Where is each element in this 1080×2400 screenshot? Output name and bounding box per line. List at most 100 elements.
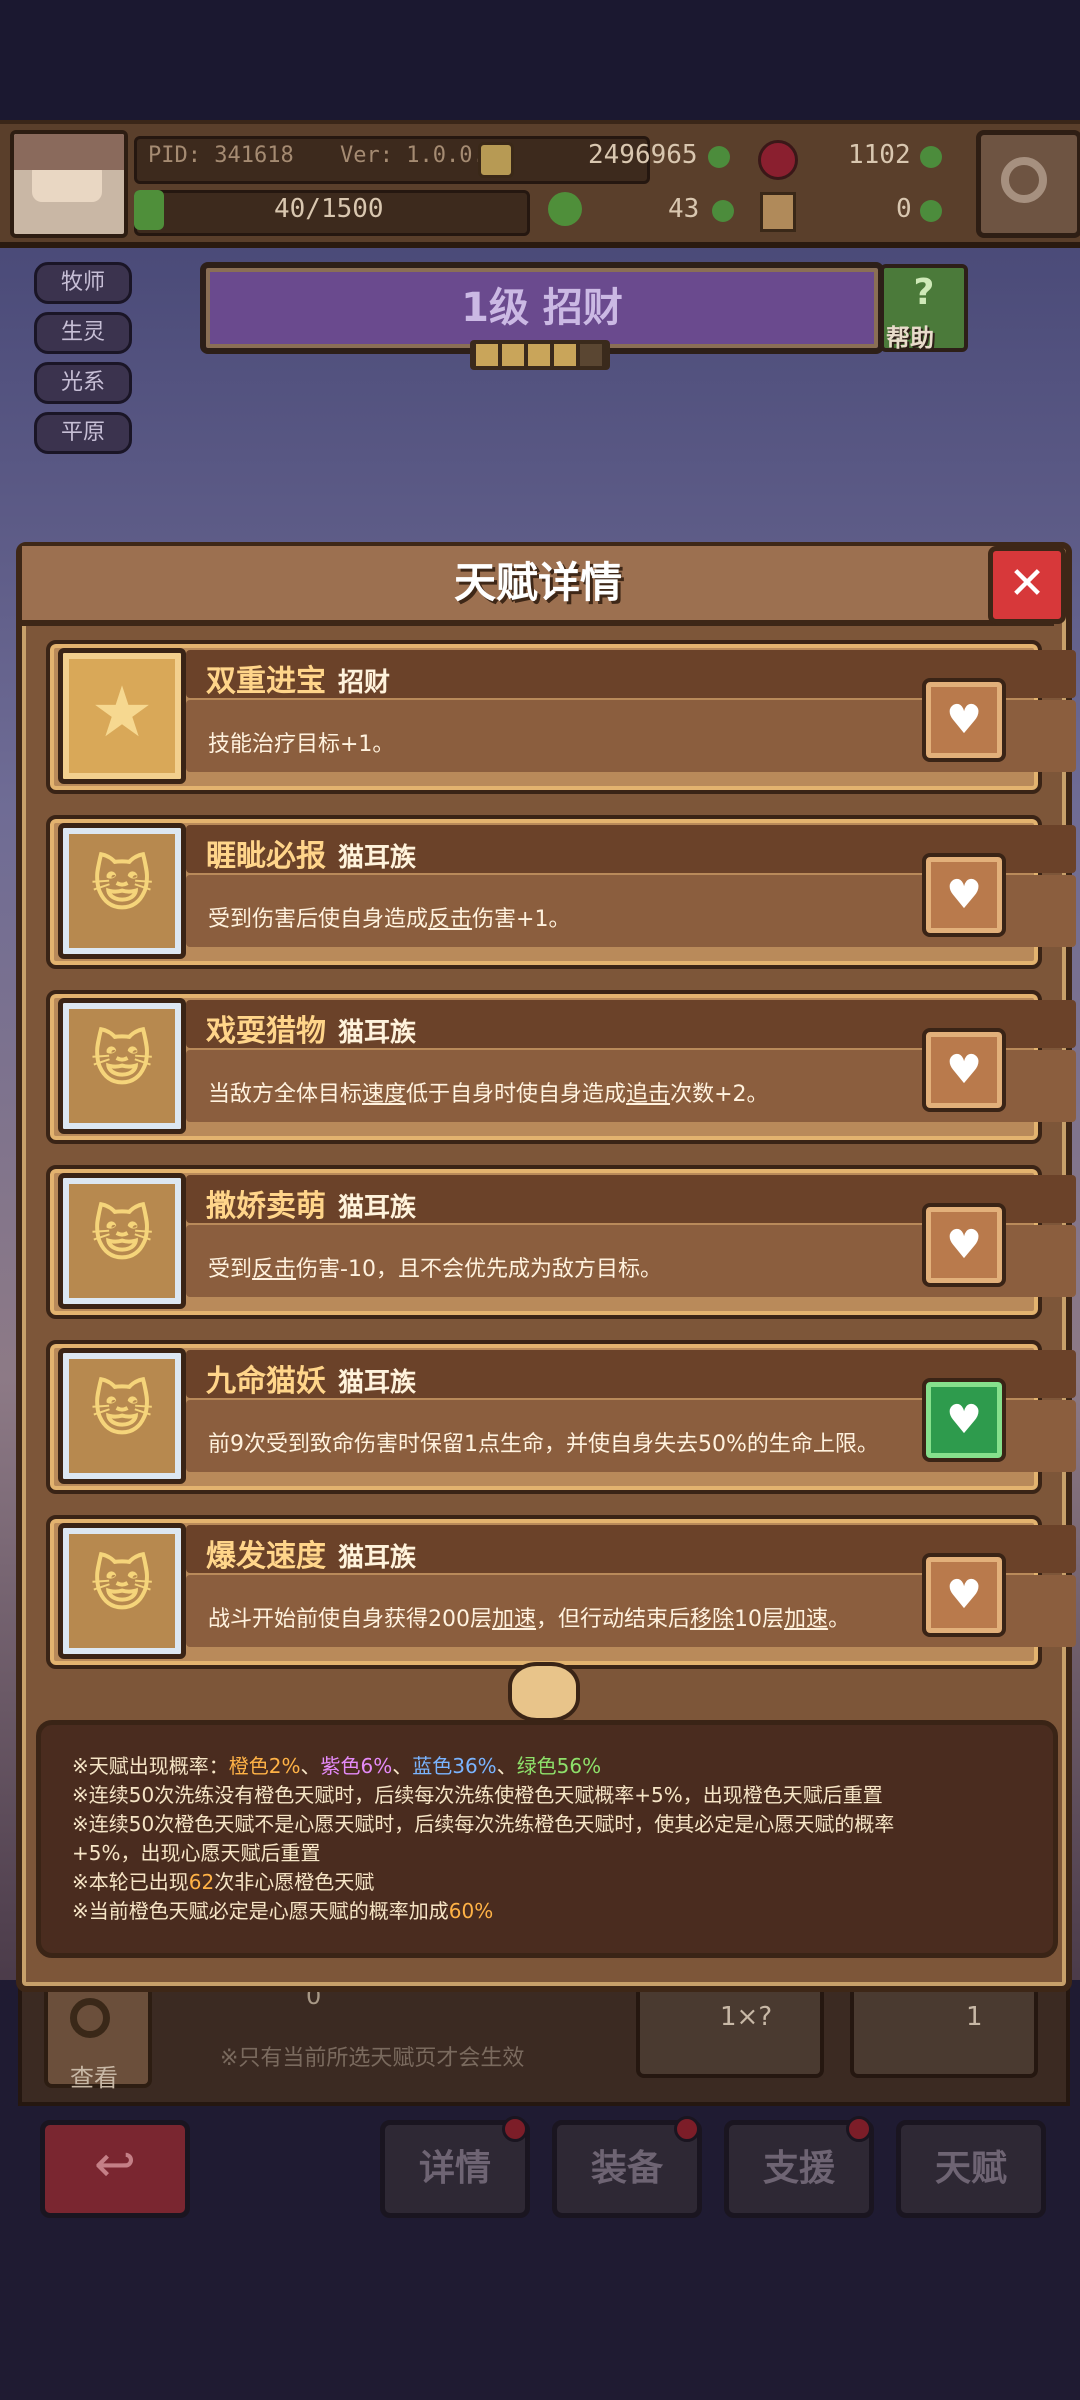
talent-desc: 受到伤害后使自身造成反击伤害+1。 <box>208 907 571 932</box>
talent-heading: 爆发速度 猫耳族 <box>206 1531 416 1575</box>
talent-race: 猫耳族 <box>338 1543 417 1573</box>
talent-icon-frame: 😺 <box>58 1348 186 1484</box>
auto-refine-cost: 1×? <box>720 2002 773 2032</box>
talent-race: 猫耳族 <box>338 1368 417 1398</box>
talent-heading: 撒娇卖萌 猫耳族 <box>206 1181 416 1225</box>
add-hammer-icon[interactable] <box>920 200 942 222</box>
hammer-icon <box>760 192 796 232</box>
magnifier-icon <box>70 1998 110 2038</box>
clover-icon <box>548 192 582 226</box>
star-icon: ★ <box>90 671 154 753</box>
talent-desc: 受到反击伤害-10，且不会优先成为敌方目标。 <box>208 1257 662 1282</box>
talent-icon-frame: 😺 <box>58 1523 186 1659</box>
talent-desc: 战斗开始前使自身获得200层加速，但行动结束后移除10层加速。 <box>208 1607 851 1632</box>
info-line-3: ※连续50次橙色天赋不是心愿天赋时，后续每次洗练橙色天赋时，使其必定是心愿天赋的… <box>72 1812 895 1836</box>
heart-icon: ♥ <box>946 1047 982 1093</box>
wish-button[interactable]: ♥ <box>922 1028 1006 1112</box>
back-button[interactable]: ↩ <box>40 2120 190 2218</box>
tag-terrain: 平原 <box>34 412 132 454</box>
tag-race: 生灵 <box>34 312 132 354</box>
info-line-3b: +5%，出现心愿天赋后重置 <box>72 1841 321 1865</box>
star-rating <box>470 340 610 370</box>
refine-button[interactable]: 1 <box>850 1980 1038 2078</box>
heart-icon: ♥ <box>946 1222 982 1268</box>
talent-name: 睚眦必报 <box>206 839 326 874</box>
dialog-title: 天赋详情 <box>453 558 622 607</box>
talent-race: 猫耳族 <box>338 1193 417 1223</box>
info-line-1: ※天赋出现概率：橙色2%、紫色6%、蓝色36%、绿色56% <box>72 1754 602 1778</box>
talent-name: 戏耍猎物 <box>206 1014 326 1049</box>
avatar[interactable] <box>10 130 128 238</box>
add-gem-icon[interactable] <box>920 146 942 168</box>
tag-class: 牧师 <box>34 262 132 304</box>
details-badge <box>502 2116 528 2142</box>
cat-icon: 😺 <box>90 1200 154 1270</box>
talent-race: 猫耳族 <box>338 1018 417 1048</box>
talent-desc: 技能治疗目标+1。 <box>208 732 395 757</box>
clover-value: 43 <box>668 194 700 224</box>
cat-icon: 😺 <box>90 1025 154 1095</box>
talent-icon-frame: 😺 <box>58 1173 186 1309</box>
help-label: 帮助 <box>886 324 934 352</box>
hammer-value: 0 <box>896 194 912 224</box>
support-badge <box>846 2116 872 2142</box>
scroll-ornament-icon <box>508 1662 580 1722</box>
coin-icon <box>478 142 514 178</box>
wish-button[interactable]: ♥ <box>922 1203 1006 1287</box>
info-line-2: ※连续50次洗练没有橙色天赋时，后续每次洗练使橙色天赋概率+5%，出现橙色天赋后… <box>72 1783 883 1807</box>
talent-name: 爆发速度 <box>206 1539 326 1574</box>
talent-heading: 睚眦必报 猫耳族 <box>206 831 416 875</box>
return-arrow-icon: ↩ <box>94 2135 136 2193</box>
talent-heading: 双重进宝 招财 <box>206 656 390 700</box>
pid-text: PID: 341618 <box>148 143 294 168</box>
gear-icon <box>1001 157 1047 203</box>
wish-button[interactable]: ♥ <box>922 678 1006 762</box>
auto-refine-button[interactable]: 1×? <box>636 1980 824 2078</box>
view-label: 查看 <box>70 2064 118 2092</box>
wish-button-selected[interactable]: ♥ <box>922 1378 1006 1462</box>
talent-icon-frame: 😺 <box>58 823 186 959</box>
keyword-link[interactable]: 速度 <box>362 1082 406 1107</box>
talent-name: 撒娇卖萌 <box>206 1189 326 1224</box>
close-button[interactable]: ✕ <box>988 546 1066 624</box>
cat-icon: 😺 <box>90 1375 154 1445</box>
heart-icon: ♥ <box>946 1572 982 1618</box>
talent-race: 招财 <box>338 668 391 698</box>
gem-value: 1102 <box>848 140 911 170</box>
version-text: Ver: 1.0.0.9 <box>340 143 499 168</box>
gem-icon <box>758 140 798 180</box>
talent-icon-frame: ★ <box>58 648 186 784</box>
cat-icon: 😺 <box>90 1550 154 1620</box>
heart-icon: ♥ <box>946 697 982 743</box>
nav-talent[interactable]: 天赋 <box>896 2120 1046 2218</box>
under-note: ※只有当前所选天赋页才会生效 <box>220 2046 525 2071</box>
tag-element: 光系 <box>34 362 132 404</box>
talent-name: 双重进宝 <box>206 664 326 699</box>
settings-button[interactable] <box>976 130 1080 238</box>
keyword-link[interactable]: 加速 <box>492 1607 536 1632</box>
heart-icon: ♥ <box>946 872 982 918</box>
add-clover-icon[interactable] <box>712 200 734 222</box>
wish-button[interactable]: ♥ <box>922 853 1006 937</box>
close-icon: ✕ <box>1008 558 1046 609</box>
keyword-link[interactable]: 移除 <box>690 1607 734 1632</box>
equip-badge <box>674 2116 700 2142</box>
talent-heading: 九命猫妖 猫耳族 <box>206 1356 416 1400</box>
talent-heading: 戏耍猎物 猫耳族 <box>206 1006 416 1050</box>
question-icon: ? <box>913 272 935 313</box>
add-gold-icon[interactable] <box>708 146 730 168</box>
keyword-link[interactable]: 反击 <box>428 907 472 932</box>
info-line-5: ※当前橙色天赋必定是心愿天赋的概率加成60% <box>72 1899 494 1923</box>
talent-race: 猫耳族 <box>338 843 417 873</box>
talent-desc: 前9次受到致命伤害时保留1点生命，并使自身失去50%的生命上限。 <box>208 1432 879 1457</box>
keyword-link[interactable]: 反击 <box>252 1257 296 1282</box>
heart-icon: ♥ <box>946 1397 982 1443</box>
keyword-link[interactable]: 追击 <box>626 1082 670 1107</box>
talent-desc: 当敌方全体目标速度低于自身时使自身造成追击次数+2。 <box>208 1082 769 1107</box>
talent-icon-frame: 😺 <box>58 998 186 1134</box>
refine-cost: 1 <box>966 2002 983 2032</box>
status-bar <box>0 0 1080 120</box>
wish-button[interactable]: ♥ <box>922 1553 1006 1637</box>
info-line-4: ※本轮已出现62次非心愿橙色天赋 <box>72 1870 375 1894</box>
keyword-link[interactable]: 加速 <box>784 1607 828 1632</box>
